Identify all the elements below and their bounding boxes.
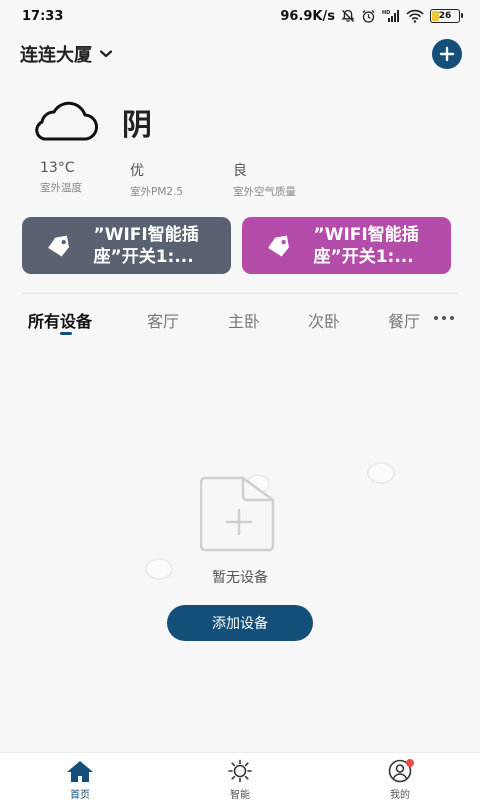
metric-value: 良 [233,163,247,179]
network-speed: 96.9K/s [280,8,335,24]
add-device-button[interactable]: 添加设备 [167,605,313,641]
nav-label: 首页 [70,790,90,800]
header: 连连大厦 [0,36,480,72]
cloud-icon [35,101,98,141]
location-selector[interactable]: 连连大厦 [20,41,112,67]
metric-value: 优 [130,163,144,179]
sun-icon [228,759,252,783]
home-icon [67,761,93,782]
add-file-icon [200,476,275,552]
battery-icon: 26 [430,9,463,23]
more-tabs-icon[interactable] [434,316,454,320]
plus-icon [439,46,455,62]
metric-value: 13°C [40,160,75,176]
scene-card[interactable]: ”WIFI智能插座”开关1:... [22,217,231,274]
metric-label: 室外空气质量 [233,186,296,198]
metric-temperature: 13°C 室外温度 [40,160,130,199]
battery-level: 26 [438,11,452,21]
tab-dining-room[interactable]: 餐厅 [388,308,420,332]
cell-signal-icon: HD [382,10,399,22]
nav-profile[interactable]: 我的 [370,759,430,800]
scene-card[interactable]: ”WIFI智能插座”开关1:... [242,217,451,274]
room-tabs: 所有设备 客厅 主卧 次卧 餐厅 [0,300,480,340]
wifi-icon [406,9,424,23]
divider [22,293,458,294]
nav-label: 我的 [390,790,410,800]
nav-home[interactable]: 首页 [50,759,110,800]
add-button[interactable] [432,39,462,69]
metric-label: 室外PM2.5 [130,186,184,198]
notification-badge [406,759,414,767]
decorative-bubble [367,462,395,484]
tab-living-room[interactable]: 客厅 [147,308,179,332]
weather-summary: 阴 [28,100,154,144]
tab-indicator [60,332,72,335]
scene-card-text: ”WIFI智能插座”开关1:... [313,224,419,267]
status-bar: 17:33 96.9K/s HD 26 [0,0,480,32]
location-name: 连连大厦 [20,45,92,66]
metric-pm25: 优 室外PM2.5 [130,160,233,199]
tag-icon [48,235,69,256]
tag-icon [268,235,289,256]
nav-label: 智能 [230,790,250,800]
tab-master-bedroom[interactable]: 主卧 [228,308,260,332]
metric-air-quality: 良 室外空气质量 [233,160,296,199]
tab-all-devices[interactable]: 所有设备 [28,308,92,332]
signal-label: HD [382,10,390,16]
metric-label: 室外温度 [40,182,82,194]
weather-condition: 阴 [122,108,154,143]
weather-metrics: 13°C 室外温度 优 室外PM2.5 良 室外空气质量 [40,160,296,199]
status-time: 17:33 [22,8,64,24]
empty-message: 暂无设备 [212,570,268,586]
bell-muted-icon [341,9,355,22]
tab-second-bedroom[interactable]: 次卧 [308,308,340,332]
scene-card-text: ”WIFI智能插座”开关1:... [93,224,199,267]
alarm-icon [362,9,375,23]
chevron-down-icon [100,50,112,58]
bottom-nav: 首页 智能 我的 [0,752,480,800]
nav-smart[interactable]: 智能 [210,759,270,800]
scene-cards: ”WIFI智能插座”开关1:... ”WIFI智能插座”开关1:... [22,217,451,274]
status-icons: 96.9K/s HD 26 [280,8,463,24]
